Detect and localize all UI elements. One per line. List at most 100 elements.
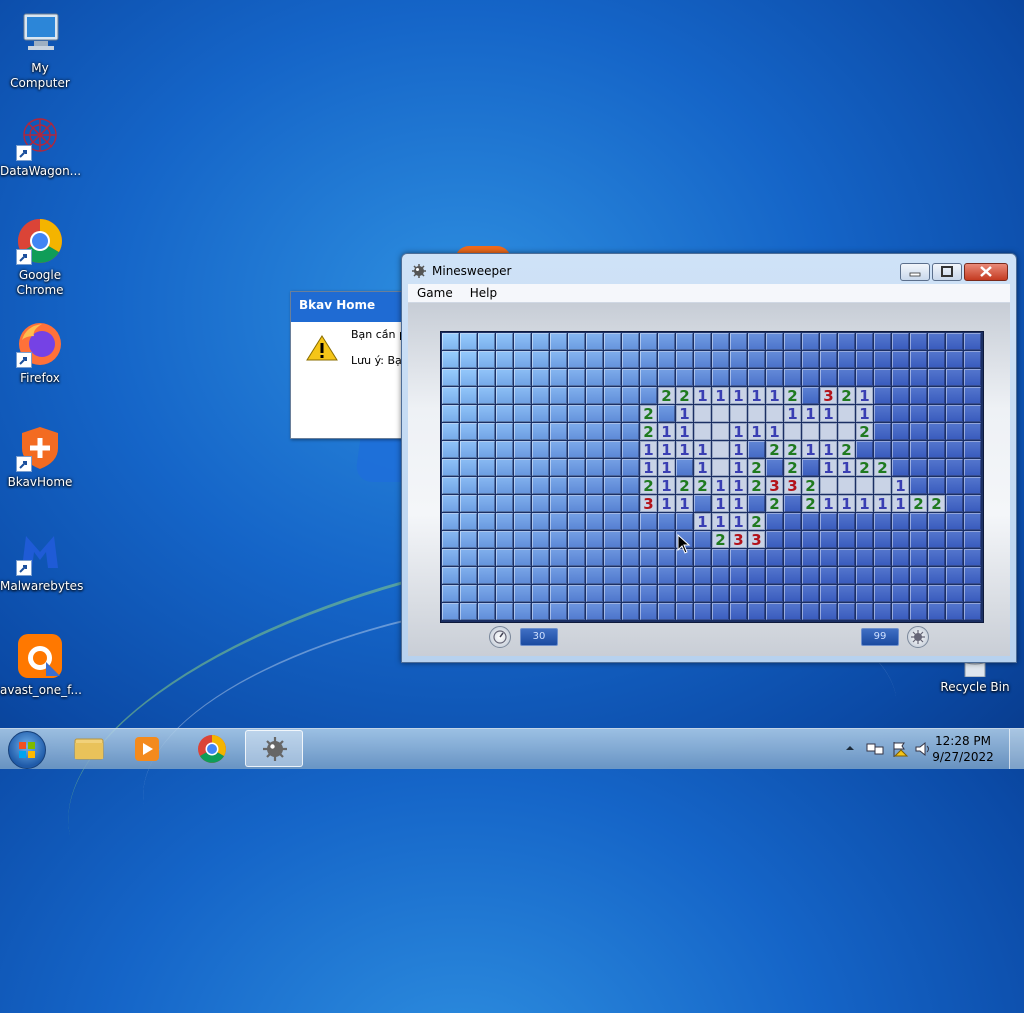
covered-cell[interactable] [496,495,513,512]
covered-cell[interactable] [946,351,963,368]
covered-cell[interactable] [910,477,927,494]
covered-cell[interactable] [802,513,819,530]
covered-cell[interactable] [586,585,603,602]
covered-cell[interactable] [586,459,603,476]
covered-cell[interactable] [730,333,747,350]
revealed-cell[interactable]: 1 [748,387,765,405]
covered-cell[interactable] [496,333,513,350]
covered-cell[interactable] [622,387,639,404]
covered-cell[interactable] [802,459,819,476]
covered-cell[interactable] [928,387,945,404]
covered-cell[interactable] [460,585,477,602]
covered-cell[interactable] [820,549,837,566]
covered-cell[interactable] [658,513,675,530]
covered-cell[interactable] [946,333,963,350]
covered-cell[interactable] [442,567,459,584]
covered-cell[interactable] [766,459,783,476]
covered-cell[interactable] [460,567,477,584]
revealed-cell[interactable]: 1 [640,441,657,459]
covered-cell[interactable] [910,531,927,548]
revealed-cell[interactable]: 1 [694,387,711,405]
covered-cell[interactable] [784,495,801,512]
covered-cell[interactable] [928,333,945,350]
covered-cell[interactable] [910,351,927,368]
covered-cell[interactable] [676,603,693,620]
covered-cell[interactable] [766,603,783,620]
covered-cell[interactable] [928,423,945,440]
covered-cell[interactable] [622,567,639,584]
covered-cell[interactable] [442,513,459,530]
covered-cell[interactable] [532,531,549,548]
covered-cell[interactable] [910,603,927,620]
covered-cell[interactable] [442,585,459,602]
covered-cell[interactable] [748,549,765,566]
desktop-icon-firefox[interactable]: Firefox [0,320,80,386]
covered-cell[interactable] [460,531,477,548]
revealed-cell[interactable]: 1 [658,459,675,477]
covered-cell[interactable] [478,531,495,548]
revealed-cell[interactable] [820,423,837,440]
covered-cell[interactable] [532,387,549,404]
covered-cell[interactable] [784,369,801,386]
revealed-cell[interactable]: 1 [676,423,693,441]
covered-cell[interactable] [820,585,837,602]
revealed-cell[interactable]: 3 [784,477,801,495]
covered-cell[interactable] [712,549,729,566]
covered-cell[interactable] [820,333,837,350]
covered-cell[interactable] [802,387,819,404]
covered-cell[interactable] [532,405,549,422]
covered-cell[interactable] [766,531,783,548]
revealed-cell[interactable]: 2 [694,477,711,495]
covered-cell[interactable] [784,351,801,368]
covered-cell[interactable] [964,477,981,494]
revealed-cell[interactable]: 2 [802,495,819,513]
menu-help[interactable]: Help [461,284,505,300]
covered-cell[interactable] [640,369,657,386]
covered-cell[interactable] [748,333,765,350]
covered-cell[interactable] [460,387,477,404]
covered-cell[interactable] [802,567,819,584]
show-desktop-button[interactable] [1009,729,1024,769]
revealed-cell[interactable]: 3 [640,495,657,513]
covered-cell[interactable] [640,531,657,548]
covered-cell[interactable] [550,567,567,584]
covered-cell[interactable] [928,585,945,602]
revealed-cell[interactable]: 2 [766,495,783,513]
covered-cell[interactable] [694,369,711,386]
covered-cell[interactable] [964,423,981,440]
covered-cell[interactable] [568,585,585,602]
covered-cell[interactable] [604,405,621,422]
covered-cell[interactable] [802,333,819,350]
covered-cell[interactable] [568,423,585,440]
revealed-cell[interactable]: 1 [676,441,693,459]
revealed-cell[interactable]: 1 [838,459,855,477]
covered-cell[interactable] [874,549,891,566]
desktop-icon-malwarebytes[interactable]: Malwarebytes [0,528,83,594]
covered-cell[interactable] [550,459,567,476]
revealed-cell[interactable] [874,477,891,494]
revealed-cell[interactable]: 2 [838,387,855,405]
covered-cell[interactable] [676,333,693,350]
revealed-cell[interactable]: 1 [874,495,891,513]
covered-cell[interactable] [568,441,585,458]
revealed-cell[interactable] [820,477,837,494]
covered-cell[interactable] [694,603,711,620]
covered-cell[interactable] [712,351,729,368]
covered-cell[interactable] [496,387,513,404]
covered-cell[interactable] [874,369,891,386]
covered-cell[interactable] [568,369,585,386]
covered-cell[interactable] [460,549,477,566]
covered-cell[interactable] [784,513,801,530]
revealed-cell[interactable] [838,423,855,440]
covered-cell[interactable] [640,603,657,620]
revealed-cell[interactable]: 2 [784,387,801,405]
revealed-cell[interactable] [694,423,711,440]
covered-cell[interactable] [856,351,873,368]
covered-cell[interactable] [856,513,873,530]
revealed-cell[interactable]: 2 [676,477,693,495]
covered-cell[interactable] [442,441,459,458]
covered-cell[interactable] [856,441,873,458]
covered-cell[interactable] [604,351,621,368]
covered-cell[interactable] [910,333,927,350]
covered-cell[interactable] [568,567,585,584]
